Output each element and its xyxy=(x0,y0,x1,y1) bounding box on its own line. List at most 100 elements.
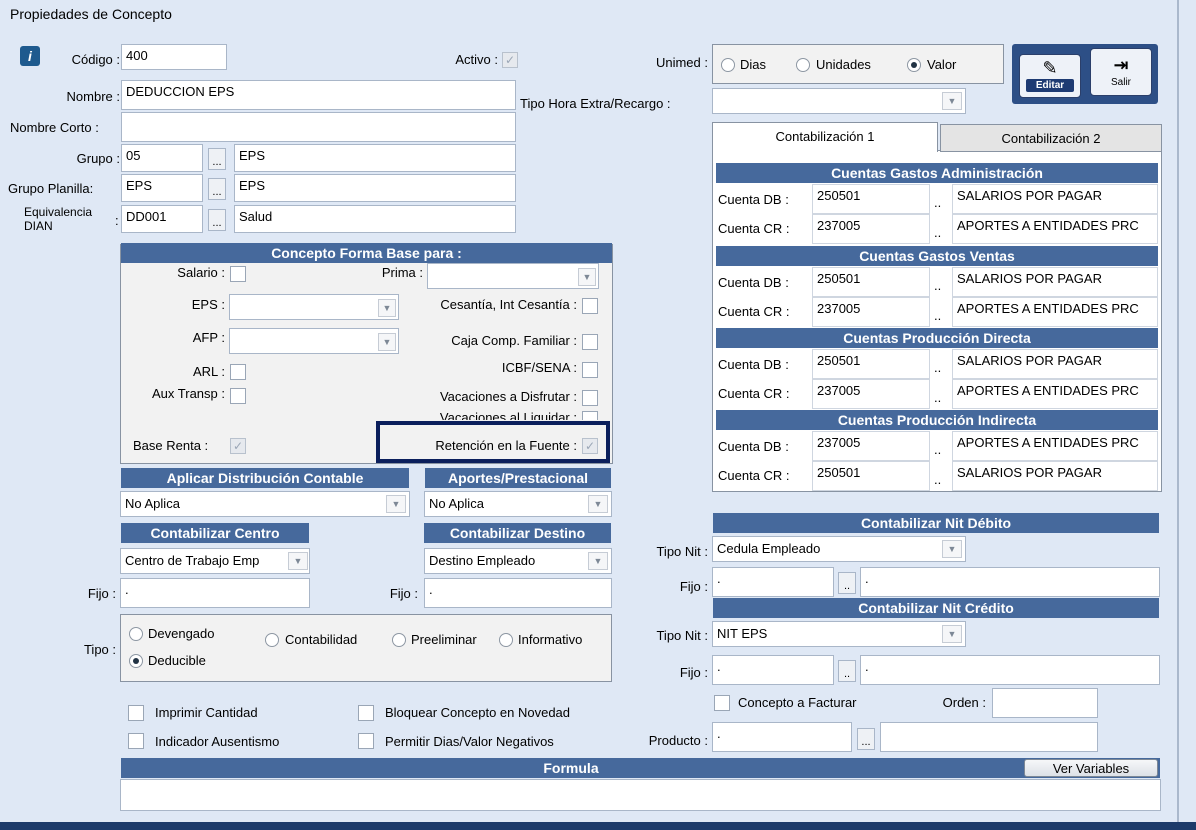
nombre-corto-field[interactable] xyxy=(121,112,516,142)
grupo-lookup-button[interactable]: ... xyxy=(208,148,226,170)
facturar-checkbox[interactable] xyxy=(714,695,730,711)
info-icon[interactable]: i xyxy=(20,46,40,66)
destino-combo[interactable]: Destino Empleado xyxy=(424,548,612,574)
cuenta-cr-code[interactable]: 237005 xyxy=(812,214,930,244)
grupo-planilla-code-field[interactable]: EPS xyxy=(121,174,203,202)
unimed-unidades-label: Unidades xyxy=(816,57,871,72)
orden-field[interactable] xyxy=(992,688,1098,718)
destino-dropdown-icon[interactable]: ▼ xyxy=(588,552,608,570)
nit-debito-fijo-label: Fijo : xyxy=(679,579,708,594)
nombre-field[interactable]: DEDUCCION EPS xyxy=(121,80,516,110)
unimed-valor-radio[interactable] xyxy=(907,58,921,72)
cuenta-cr-lookup-button[interactable]: .. xyxy=(934,390,941,406)
producto-lookup-button[interactable]: ... xyxy=(857,728,875,750)
cuenta-db-lookup-button[interactable]: .. xyxy=(934,195,941,211)
cesantia-checkbox[interactable] xyxy=(582,298,598,314)
equivalencia-label: Equivalencia xyxy=(24,205,93,219)
cuenta-cr-code[interactable]: 250501 xyxy=(812,461,930,491)
negativos-checkbox[interactable] xyxy=(358,733,374,749)
prima-combo[interactable]: ▼ xyxy=(427,263,599,289)
editar-button[interactable]: ✎ Editar xyxy=(1019,54,1081,98)
eps-combo[interactable]: ▼ xyxy=(229,294,399,320)
producto-code[interactable]: . xyxy=(712,722,852,752)
nit-credito-dropdown-icon[interactable]: ▼ xyxy=(942,625,962,643)
destino-fijo-field[interactable]: . xyxy=(424,578,612,608)
grupo-code-field[interactable]: 05 xyxy=(121,144,203,172)
cuenta-db-lookup-button[interactable]: .. xyxy=(934,442,941,458)
cuenta-cr-code[interactable]: 237005 xyxy=(812,379,930,409)
centro-combo[interactable]: Centro de Trabajo Emp xyxy=(120,548,310,574)
aportes-dropdown-icon[interactable]: ▼ xyxy=(588,495,608,513)
activo-checkbox[interactable]: ✓ xyxy=(502,52,518,68)
tipo-contabilidad-radio[interactable] xyxy=(265,633,279,647)
nit-credito-lookup-button[interactable]: .. xyxy=(838,660,856,682)
orden-label: Orden : xyxy=(942,695,986,710)
tipo-informativo-radio[interactable] xyxy=(499,633,513,647)
equivalencia-lookup-button[interactable]: ... xyxy=(208,209,226,231)
vac-liquidar-checkbox[interactable] xyxy=(582,411,598,420)
cuenta-db-lookup-button[interactable]: .. xyxy=(934,278,941,294)
nit-debito-tipo-combo[interactable]: Cedula Empleado xyxy=(712,536,966,562)
cuenta-cr-lookup-button[interactable]: .. xyxy=(934,308,941,324)
centro-dropdown-icon[interactable]: ▼ xyxy=(288,552,308,570)
arl-checkbox[interactable] xyxy=(230,364,246,380)
salir-button[interactable]: ⇥ Salir xyxy=(1090,48,1152,96)
window-border xyxy=(1177,0,1179,822)
activo-label: Activo : xyxy=(455,52,498,67)
cuenta-db-code[interactable]: 250501 xyxy=(812,267,930,297)
aportes-combo[interactable]: No Aplica xyxy=(424,491,612,517)
nit-debito-dropdown-icon[interactable]: ▼ xyxy=(942,540,962,558)
formula-field[interactable] xyxy=(120,779,1161,811)
ver-variables-button[interactable]: Ver Variables xyxy=(1024,759,1158,777)
cuenta-db-label: Cuenta DB : xyxy=(718,192,789,207)
afp-combo[interactable]: ▼ xyxy=(229,328,399,354)
centro-fijo-field[interactable]: . xyxy=(120,578,310,608)
equivalencia-label-2: DIAN xyxy=(24,219,53,233)
nit-debito-lookup-button[interactable]: .. xyxy=(838,572,856,594)
cuenta-db-code[interactable]: 250501 xyxy=(812,349,930,379)
ver-variables-label: Ver Variables xyxy=(1052,761,1130,776)
imprimir-checkbox[interactable] xyxy=(128,705,144,721)
salir-label: Salir xyxy=(1110,77,1131,88)
nombre-label: Nombre : xyxy=(66,89,120,104)
tab-contabilizacion-1[interactable]: Contabilización 1 xyxy=(712,122,938,152)
cuenta-cr-label: Cuenta CR : xyxy=(718,221,790,236)
tipo-hora-dropdown-icon[interactable]: ▼ xyxy=(942,92,962,110)
cuenta-db-code[interactable]: 237005 xyxy=(812,431,930,461)
caja-checkbox[interactable] xyxy=(582,334,598,350)
grupo-planilla-lookup-button[interactable]: ... xyxy=(208,178,226,200)
nit-debito-fijo-code[interactable]: . xyxy=(712,567,834,597)
cesantia-label: Cesantía, Int Cesantía : xyxy=(440,297,577,312)
codigo-field[interactable]: 400 xyxy=(121,44,227,70)
base-renta-checkbox[interactable]: ✓ xyxy=(230,438,246,454)
salario-checkbox[interactable] xyxy=(230,266,246,282)
retencion-checkbox[interactable]: ✓ xyxy=(582,438,598,454)
cuenta-db-code[interactable]: 250501 xyxy=(812,184,930,214)
unimed-unidades-radio[interactable] xyxy=(796,58,810,72)
tab-contabilizacion-2[interactable]: Contabilización 2 xyxy=(940,124,1162,152)
grupo-planilla-label: Grupo Planilla: xyxy=(8,181,94,196)
salario-label: Salario : xyxy=(177,265,225,280)
tipo-hora-combo[interactable] xyxy=(712,88,966,114)
tipo-devengado-radio[interactable] xyxy=(129,627,143,641)
cuenta-cr-lookup-button[interactable]: .. xyxy=(934,472,941,488)
nit-credito-tipo-combo[interactable]: NIT EPS xyxy=(712,621,966,647)
distribucion-combo[interactable]: No Aplica xyxy=(120,491,410,517)
unimed-dias-radio[interactable] xyxy=(721,58,735,72)
cuenta-cr-lookup-button[interactable]: .. xyxy=(934,225,941,241)
vac-disfrutar-checkbox[interactable] xyxy=(582,390,598,406)
cuenta-cr-code[interactable]: 237005 xyxy=(812,297,930,327)
cuenta-cr-label: Cuenta CR : xyxy=(718,304,790,319)
tipo-preeliminar-radio[interactable] xyxy=(392,633,406,647)
equivalencia-code-field[interactable]: DD001 xyxy=(121,205,203,233)
aux-checkbox[interactable] xyxy=(230,388,246,404)
caja-label: Caja Comp. Familiar : xyxy=(451,333,577,348)
distribucion-dropdown-icon[interactable]: ▼ xyxy=(386,495,406,513)
unimed-label: Unimed : xyxy=(655,55,708,70)
ausentismo-checkbox[interactable] xyxy=(128,733,144,749)
tipo-deducible-radio[interactable] xyxy=(129,654,143,668)
nit-credito-fijo-code[interactable]: . xyxy=(712,655,834,685)
bloquear-checkbox[interactable] xyxy=(358,705,374,721)
icbf-checkbox[interactable] xyxy=(582,362,598,378)
cuenta-db-lookup-button[interactable]: .. xyxy=(934,360,941,376)
